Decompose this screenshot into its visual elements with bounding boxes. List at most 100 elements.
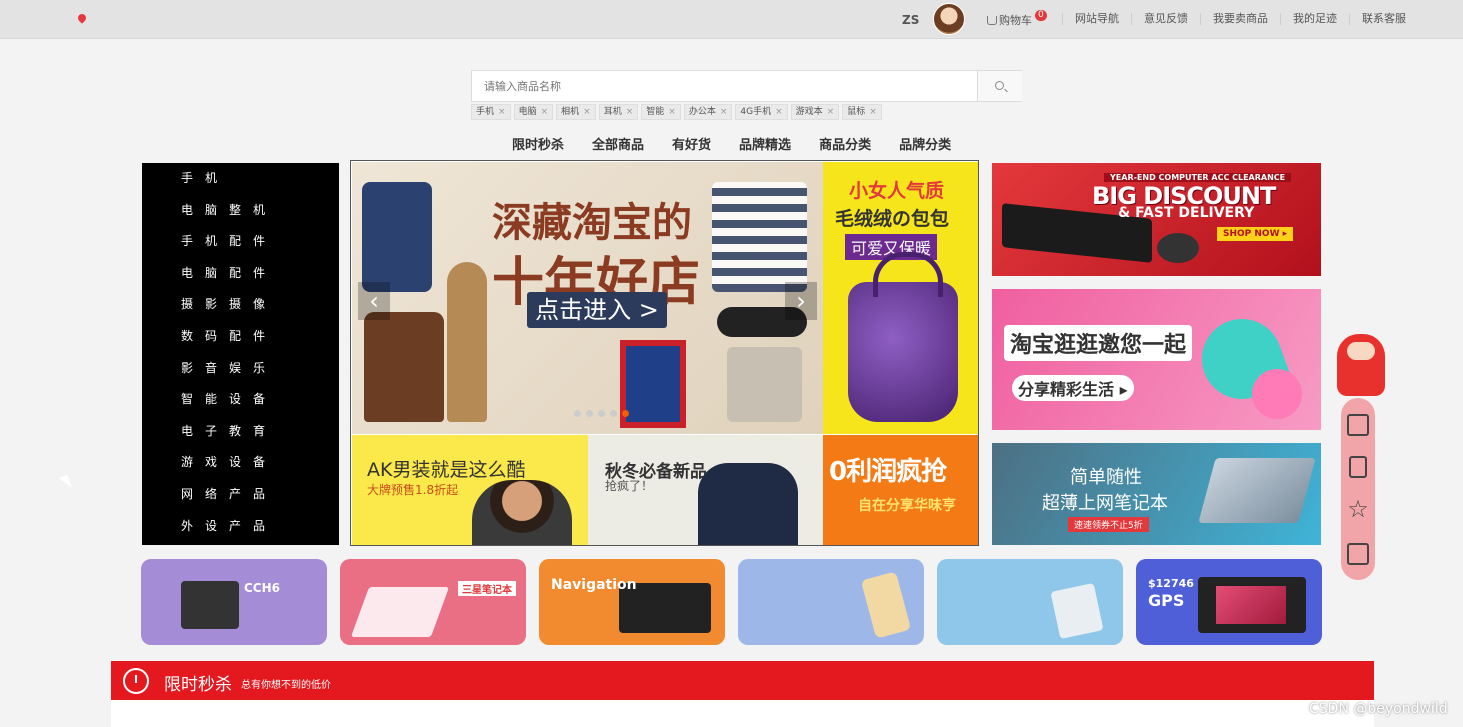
zero-profit-sub: 自在分享华味亨 (858, 498, 956, 514)
hot-tag-label: 4G手机 (740, 107, 772, 117)
laptop-image (350, 587, 450, 637)
category-item[interactable]: 游戏设备 (142, 447, 339, 479)
card-label: 三星笔记本 (458, 581, 516, 596)
category-item[interactable]: 电子教育 (142, 416, 339, 448)
nav-brands[interactable]: 品牌分类 (899, 134, 951, 153)
carousel-dot[interactable] (610, 410, 617, 417)
hot-tag-label: 智能 (646, 107, 665, 117)
category-item[interactable]: 外设产品 (142, 511, 339, 543)
gps-device-image (1198, 577, 1306, 633)
main-nav: 限时秒杀 全部商品 有好货 品牌精选 商品分类 品牌分类 (512, 134, 979, 153)
model-image (472, 480, 572, 545)
product-card[interactable]: CCH6 (141, 559, 327, 645)
hot-tag[interactable]: 办公本 × (683, 104, 733, 120)
flash-sale-header: 限时秒杀 总有你想不到的低价 (111, 661, 1374, 700)
nav-all-products[interactable]: 全部商品 (592, 134, 644, 153)
flash-sale-body (111, 700, 1374, 727)
category-item[interactable]: 手机配件 (142, 226, 339, 258)
link-support[interactable]: 联系客服 (1349, 13, 1418, 25)
category-item[interactable]: 影音娱乐 (142, 353, 339, 385)
product-card[interactable]: Navigation (539, 559, 725, 645)
hot-tag[interactable]: 游戏本 × (790, 104, 840, 120)
close-icon[interactable]: × (498, 105, 506, 119)
link-site-nav[interactable]: 网站导航 (1062, 13, 1131, 25)
share-ad[interactable]: 淘宝逛逛邀您一起 分享精彩生活 ▸ (992, 289, 1321, 430)
backpack-image (362, 182, 432, 292)
hot-tag[interactable]: 鼠标 × (842, 104, 882, 120)
avatar[interactable] (933, 3, 965, 35)
mascot-icon[interactable] (1337, 334, 1385, 396)
zero-profit-banner[interactable]: 0利润疯抢 自在分享华味亨 (823, 435, 978, 545)
ad-subline: & FAST DELIVERY (1118, 205, 1255, 221)
hot-tag[interactable]: 智能 × (641, 104, 681, 120)
category-item[interactable]: 手机 (142, 163, 339, 195)
cart-link[interactable]: 购物车 0 (987, 9, 1047, 28)
product-card[interactable]: 三星笔记本 (340, 559, 526, 645)
close-icon[interactable]: × (541, 105, 549, 119)
hot-tag-label: 游戏本 (795, 107, 823, 117)
carousel-dot[interactable] (598, 410, 605, 417)
category-item[interactable]: 电脑整机 (142, 195, 339, 227)
carousel-dot-active[interactable] (622, 410, 629, 417)
laptop-ad[interactable]: 简单随性 超薄上网笔记本 速速领券不止5折 (992, 443, 1321, 545)
hot-tag[interactable]: 电脑 × (513, 104, 554, 120)
location-pin-icon[interactable] (76, 12, 88, 24)
menswear-title: AK男装就是这么酷 (367, 459, 526, 481)
hot-tag[interactable]: 手机 × (471, 104, 511, 120)
link-history[interactable]: 我的足迹 (1280, 13, 1349, 25)
menswear-banner[interactable]: AK男装就是这么酷 大牌预售1.8折起 (352, 435, 588, 545)
copy-icon[interactable] (1347, 543, 1369, 565)
cart-count-badge: 0 (1035, 9, 1047, 21)
carousel-slide[interactable]: 深藏淘宝的 十年好店 点击进入 > ‹ › (352, 162, 823, 434)
floating-toolbar: ☆ (1341, 398, 1375, 580)
search-input[interactable] (472, 71, 977, 101)
nav-good-items[interactable]: 有好货 (672, 134, 711, 153)
tablet-image (181, 581, 239, 629)
hot-tag[interactable]: 相机 × (556, 104, 596, 120)
hot-tag-label: 办公本 (688, 107, 716, 117)
hot-tag[interactable]: 耳机 × (598, 104, 639, 120)
carousel-next-button[interactable]: › (785, 282, 817, 320)
winter-banner[interactable]: 秋冬必备新品 抢疯了！ (588, 435, 823, 545)
username[interactable]: ZS (902, 13, 919, 27)
close-icon[interactable]: × (583, 105, 591, 119)
close-icon[interactable]: × (775, 105, 783, 119)
star-icon[interactable]: ☆ (1347, 497, 1369, 521)
hot-tag-label: 鼠标 (847, 107, 866, 117)
close-icon[interactable]: × (626, 105, 634, 119)
phone-image (860, 571, 912, 639)
search-button[interactable] (977, 71, 1022, 101)
carousel-dot[interactable] (586, 410, 593, 417)
nav-flash-sale[interactable]: 限时秒杀 (512, 134, 564, 153)
nav-categories[interactable]: 商品分类 (819, 134, 871, 153)
close-icon[interactable]: × (869, 105, 877, 119)
close-icon[interactable]: × (720, 105, 728, 119)
bag-promo-line1: 小女人气质 (849, 180, 945, 202)
product-cards: CCH6 三星笔记本 Navigation $12746 GPS (141, 559, 1322, 645)
enter-button[interactable]: 点击进入 > (527, 292, 667, 328)
carousel-dot[interactable] (574, 410, 581, 417)
category-item[interactable]: 网络产品 (142, 479, 339, 511)
laptop-image (1198, 458, 1316, 523)
link-sell[interactable]: 我要卖商品 (1200, 13, 1280, 25)
hot-tag-label: 手机 (476, 107, 495, 117)
product-card[interactable] (937, 559, 1123, 645)
category-item[interactable]: 摄影摄像 (142, 289, 339, 321)
link-feedback[interactable]: 意见反馈 (1131, 13, 1200, 25)
category-item[interactable]: 数码配件 (142, 321, 339, 353)
bag-promo[interactable]: 小女人气质 毛绒绒の包包 可爱又保暖 (823, 162, 978, 434)
product-card[interactable] (738, 559, 924, 645)
phone-icon[interactable] (1349, 456, 1367, 478)
document-icon[interactable] (1347, 414, 1369, 436)
category-item[interactable]: 电脑配件 (142, 258, 339, 290)
carousel-prev-button[interactable]: ‹ (358, 282, 390, 320)
hot-tag[interactable]: 4G手机 × (735, 104, 788, 120)
category-item[interactable]: 智能设备 (142, 384, 339, 416)
close-icon[interactable]: × (668, 105, 676, 119)
shop-now-button[interactable]: SHOP NOW ▸ (1217, 227, 1294, 241)
zero-profit-title: 0利润疯抢 (829, 457, 947, 487)
close-icon[interactable]: × (827, 105, 835, 119)
nav-brand-picks[interactable]: 品牌精选 (739, 134, 791, 153)
product-card[interactable]: $12746 GPS (1136, 559, 1322, 645)
discount-ad[interactable]: YEAR-END COMPUTER ACC CLEARANCE BIG DISC… (992, 163, 1321, 276)
